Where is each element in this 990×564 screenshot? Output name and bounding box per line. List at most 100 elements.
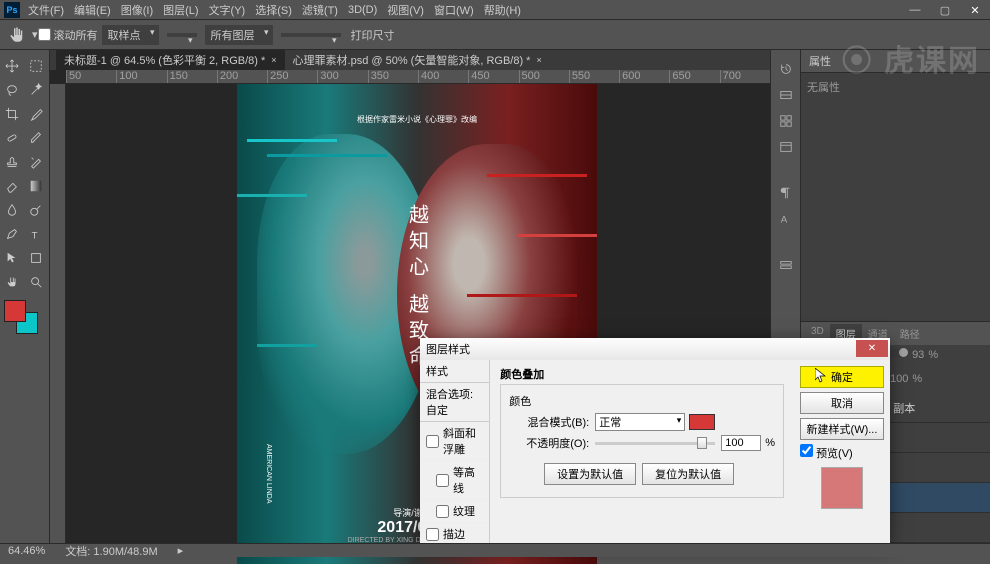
style-checkbox[interactable] [436,505,449,518]
menu-layer[interactable]: 图层(L) [163,2,198,18]
pen-tool[interactable] [1,223,23,245]
document-tabs: 未标题-1 @ 64.5% (色彩平衡 2, RGB/8) *× 心理罪素材.p… [50,50,770,70]
style-item[interactable]: 纹理 [420,500,489,523]
menu-file[interactable]: 文件(F) [28,2,64,18]
lasso-tool[interactable] [1,79,23,101]
app-icon: Ps [4,2,20,18]
window-close[interactable]: ✕ [960,0,990,20]
close-tab-icon[interactable]: × [271,55,276,65]
poster-subtitle: AMERICAN LINDA [265,444,272,504]
menu-select[interactable]: 选择(S) [255,2,292,18]
cancel-button[interactable]: 取消 [800,392,884,414]
scroll-all-label: 滚动所有 [54,27,98,43]
eyedropper-tool[interactable] [25,103,47,125]
menu-type[interactable]: 文字(Y) [209,2,246,18]
opacity-slider[interactable] [595,442,715,445]
eraser-tool[interactable] [1,175,23,197]
zoom-value[interactable]: 64.46% [8,545,45,557]
paragraph-panel-icon[interactable] [775,182,797,204]
stamp-tool[interactable] [1,151,23,173]
marquee-tool[interactable] [25,55,47,77]
style-item[interactable]: 等高线 [420,461,489,500]
properties-body: 无属性 [801,73,990,321]
document-tab-1[interactable]: 未标题-1 @ 64.5% (色彩平衡 2, RGB/8) *× [56,50,285,70]
wand-tool[interactable] [25,79,47,101]
doc-size[interactable]: 文档: 1.90M/48.9M [65,543,157,559]
document-tab-2[interactable]: 心理罪素材.psd @ 50% (矢量智能对象, RGB/8) *× [285,50,550,70]
extra-dropdown[interactable] [281,33,341,37]
color-panel-icon[interactable] [775,84,797,106]
blend-mode-label: 混合模式(B): [509,414,589,430]
close-tab-icon[interactable]: × [536,55,541,65]
window-minimize[interactable]: — [900,0,930,20]
window-maximize[interactable]: ▢ [930,0,960,20]
menu-view[interactable]: 视图(V) [387,2,424,18]
menu-help[interactable]: 帮助(H) [484,2,521,18]
preview-checkbox[interactable] [800,444,813,457]
history-brush-tool[interactable] [25,151,47,173]
menu-image[interactable]: 图像(I) [121,2,153,18]
sample-dropdown[interactable]: 取样点 [102,25,159,45]
print-size-button[interactable]: 打印尺寸 [351,27,395,43]
dialog-title: 图层样式 [426,341,470,357]
status-bar: 64.46% 文档: 1.90M/48.9M ▸ [0,543,990,557]
watermark: ⦿ 虎课网 [842,36,980,80]
heal-tool[interactable] [1,127,23,149]
swatches-panel-icon[interactable] [775,110,797,132]
ruler-horizontal: 5010015020025030035040045050055060065070… [66,70,770,84]
blur-tool[interactable] [1,199,23,221]
opacity-label: 不透明度(O): [509,435,589,451]
actions-panel-icon[interactable] [775,254,797,276]
history-panel-icon[interactable] [775,58,797,80]
scroll-all-checkbox[interactable] [38,28,51,41]
zoom-tool[interactable] [25,271,47,293]
blending-options[interactable]: 混合选项:自定 [420,383,489,422]
pct-label: % [765,437,775,449]
style-checkbox[interactable] [426,528,439,541]
foreground-color[interactable] [4,300,26,322]
styles-header[interactable]: 样式 [420,360,489,383]
menu-edit[interactable]: 编辑(E) [74,2,111,18]
menu-3d[interactable]: 3D(D) [348,4,377,16]
toolbar: T [0,50,50,543]
dialog-titlebar[interactable]: 图层样式 ✕ [420,338,890,360]
move-tool[interactable] [1,55,23,77]
dialog-content: 颜色叠加 颜色 混合模式(B): 正常 不透明度(O): % 设置为默认值 复位… [490,360,794,544]
ok-button[interactable]: 确定 [800,366,884,388]
dialog-close-button[interactable]: ✕ [856,340,888,357]
group-sublabel: 颜色 [509,393,775,409]
menu-window[interactable]: 窗口(W) [434,2,474,18]
slider-handle[interactable] [697,437,707,449]
brush-tool[interactable] [25,127,47,149]
hand-tool-icon [8,26,26,44]
sample-size-dropdown[interactable] [167,33,197,37]
blend-mode-dropdown[interactable]: 正常 [595,413,685,431]
gradient-tool[interactable] [25,175,47,197]
dodge-tool[interactable] [25,199,47,221]
shape-tool[interactable] [25,247,47,269]
overlay-color-swatch[interactable] [689,414,715,430]
style-checkbox[interactable] [436,474,449,487]
color-swatches[interactable] [4,300,40,336]
set-default-button[interactable]: 设置为默认值 [544,463,636,485]
style-item[interactable]: 描边 [420,523,489,544]
hand-tool[interactable] [1,271,23,293]
character-panel-icon[interactable]: A [775,208,797,230]
new-style-button[interactable]: 新建样式(W)... [800,418,884,440]
reset-default-button[interactable]: 复位为默认值 [642,463,734,485]
text-tool[interactable]: T [25,223,47,245]
opacity-input[interactable] [721,435,761,451]
ruler-vertical [50,84,66,543]
layers-dropdown[interactable]: 所有图层 [205,25,273,45]
cursor-icon [815,368,827,384]
path-select-tool[interactable] [1,247,23,269]
style-item[interactable]: 斜面和浮雕 [420,422,489,461]
group-title: 颜色叠加 [500,366,784,382]
svg-text:T: T [32,230,38,241]
library-panel-icon[interactable] [775,136,797,158]
crop-tool[interactable] [1,103,23,125]
preview-swatch [821,467,863,509]
style-checkbox[interactable] [426,435,439,448]
tab-paths[interactable]: 路径 [894,324,926,343]
menu-filter[interactable]: 滤镜(T) [302,2,338,18]
